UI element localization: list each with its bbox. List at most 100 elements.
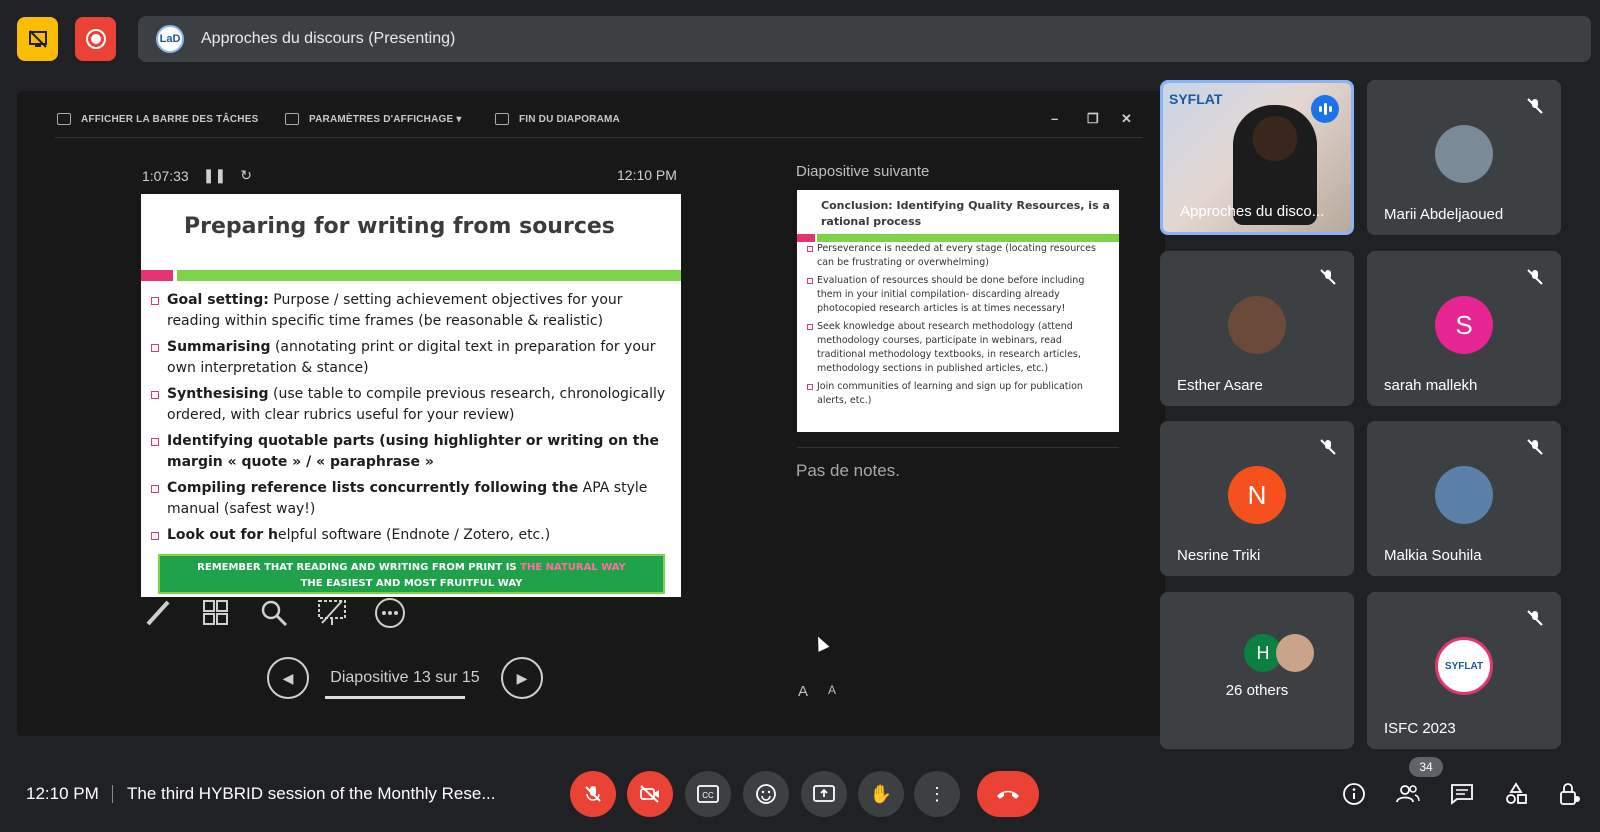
previous-slide-button[interactable]: ◀ (267, 657, 309, 699)
slide-accent-pink (141, 270, 173, 281)
chat-icon (1451, 784, 1473, 805)
slide-bullet: Compiling reference lists concurrently f… (151, 478, 671, 520)
leave-call-button[interactable] (977, 771, 1039, 817)
participant-name: sarah mallekh (1384, 377, 1478, 394)
avatar (1435, 466, 1493, 524)
end-slideshow-label: FIN DU DIAPORAMA (519, 113, 620, 125)
reactions-button[interactable] (743, 771, 789, 817)
mouse-cursor-icon (812, 634, 830, 652)
avatar: N (1228, 466, 1286, 524)
presentation-stage: AFFICHER LA BARRE DES TÂCHES PARAMÈTRES … (17, 91, 1165, 736)
recording-button[interactable] (75, 17, 116, 61)
display-settings-label: PARAMÈTRES D'AFFICHAGE ▾ (309, 113, 462, 125)
display-settings-button[interactable]: PARAMÈTRES D'AFFICHAGE ▾ (285, 113, 462, 125)
camera-off-icon (640, 785, 659, 803)
participant-name: Esther Asare (1177, 377, 1263, 394)
participant-name: 26 others (1225, 682, 1289, 699)
black-screen-icon[interactable] (315, 596, 349, 630)
avatar (1228, 296, 1286, 354)
participant-tile[interactable]: S sarah mallekh (1367, 251, 1561, 406)
more-options-icon[interactable] (373, 596, 407, 630)
notes-divider (797, 447, 1119, 448)
participant-name: Nesrine Triki (1177, 547, 1261, 564)
slide-bullet: Goal setting: Purpose / setting achievem… (151, 290, 671, 332)
participant-count-badge: 34 (1409, 757, 1443, 777)
next-slide-button[interactable]: ▶ (501, 657, 543, 699)
participant-tile[interactable]: Malkia Souhila (1367, 421, 1561, 576)
stop-presenting-button[interactable] (17, 17, 58, 61)
avatar (1276, 634, 1314, 672)
slide-bullet: Identifying quotable parts (using highli… (151, 431, 671, 473)
captions-button[interactable]: CC (685, 771, 731, 817)
participant-tile-others[interactable]: H 26 others (1160, 592, 1354, 749)
pause-icon[interactable]: ❚❚ (203, 167, 226, 184)
bottom-bar: 12:10 PM The third HYBRID session of the… (0, 752, 1600, 832)
presenter-clock: 12:10 PM (617, 167, 677, 183)
current-slide: Preparing for writing from sources Goal … (141, 194, 681, 597)
speaking-indicator-icon (1311, 95, 1339, 123)
raise-hand-button[interactable]: ✋ (858, 771, 904, 817)
end-slideshow-button[interactable]: FIN DU DIAPORAMA (495, 113, 620, 125)
slide-accent-green (177, 270, 681, 281)
next-slide-bullet: Perseverance is needed at every stage (l… (807, 242, 1112, 270)
next-slide-bullet: Seek knowledge about research methodolog… (807, 320, 1112, 376)
see-all-slides-icon[interactable] (199, 596, 233, 630)
next-slide-title: Conclusion: Identifying Quality Resource… (821, 199, 1110, 228)
activities-button[interactable] (1502, 780, 1530, 808)
close-icon[interactable]: ✕ (1121, 111, 1132, 127)
meeting-details-button[interactable] (1340, 780, 1368, 808)
pen-icon[interactable] (141, 596, 175, 630)
slide-bullet: Summarising (annotating print or digital… (151, 337, 671, 379)
next-slide-bullet: Evaluation of resources should be done b… (807, 274, 1112, 316)
next-slide-bullet: Join communities of learning and sign up… (807, 380, 1112, 408)
top-bar: LaD Approches du discours (Presenting) (0, 0, 1600, 78)
next-slide-label: Diapositive suivante (796, 163, 930, 180)
divider (112, 785, 113, 803)
presenter-logo: LaD (156, 25, 184, 53)
more-vert-icon: ⋮ (928, 783, 946, 804)
activities-icon (1506, 782, 1527, 804)
participant-tile[interactable]: Marii Abdeljaoued (1367, 80, 1561, 235)
avatar (1435, 125, 1493, 183)
present-button[interactable] (801, 771, 847, 817)
microphone-button[interactable] (570, 771, 616, 817)
lock-person-icon (1560, 783, 1580, 805)
chat-button[interactable] (1448, 780, 1476, 808)
timer-value: 1:07:33 (142, 167, 189, 184)
people-button[interactable] (1394, 780, 1422, 808)
toolbar-divider (55, 137, 1143, 138)
chevron-left-icon: ◀ (282, 669, 294, 686)
restore-icon[interactable]: ❐ (1087, 111, 1099, 127)
minimize-icon[interactable]: – (1051, 111, 1058, 126)
zoom-icon[interactable] (257, 596, 291, 630)
emoji-icon (756, 784, 776, 804)
reset-icon[interactable]: ↻ (240, 167, 252, 184)
host-controls-button[interactable] (1556, 780, 1584, 808)
participant-tile[interactable]: SYFLAT ISFC 2023 (1367, 592, 1561, 749)
record-icon (85, 29, 106, 49)
people-icon (1396, 785, 1420, 803)
mic-off-icon (1523, 94, 1547, 118)
increase-font-icon[interactable]: A (798, 683, 808, 700)
camera-button[interactable] (627, 771, 673, 817)
presenter-view-toolbar: AFFICHER LA BARRE DES TÂCHES PARAMÈTRES … (57, 109, 1157, 133)
presenting-banner: LaD Approches du discours (Presenting) (138, 16, 1591, 62)
more-options-button[interactable]: ⋮ (914, 771, 960, 817)
presenting-title: Approches du discours (Presenting) (201, 30, 456, 47)
participant-tile-presenter[interactable]: SYFLAT Approches du disco... (1160, 80, 1354, 235)
participant-name: Approches du disco... (1180, 203, 1325, 220)
next-slide-accent-pink (797, 234, 815, 242)
slide-title: Preparing for writing from sources (184, 214, 615, 239)
syflat-wall-logo: SYFLAT (1169, 91, 1223, 107)
avatar: S (1435, 296, 1493, 354)
next-slide-accent-green (817, 234, 1119, 242)
taskbar-icon (57, 113, 71, 125)
participant-tile[interactable]: Esther Asare (1160, 251, 1354, 406)
meeting-title: The third HYBRID session of the Monthly … (127, 784, 496, 803)
participant-tile[interactable]: N Nesrine Triki (1160, 421, 1354, 576)
decrease-font-icon[interactable]: A (828, 683, 836, 700)
mic-off-icon (1523, 435, 1547, 459)
slide-bullets: Goal setting: Purpose / setting achievem… (151, 290, 671, 551)
info-icon (1343, 783, 1365, 805)
show-taskbar-button[interactable]: AFFICHER LA BARRE DES TÂCHES (57, 113, 258, 125)
